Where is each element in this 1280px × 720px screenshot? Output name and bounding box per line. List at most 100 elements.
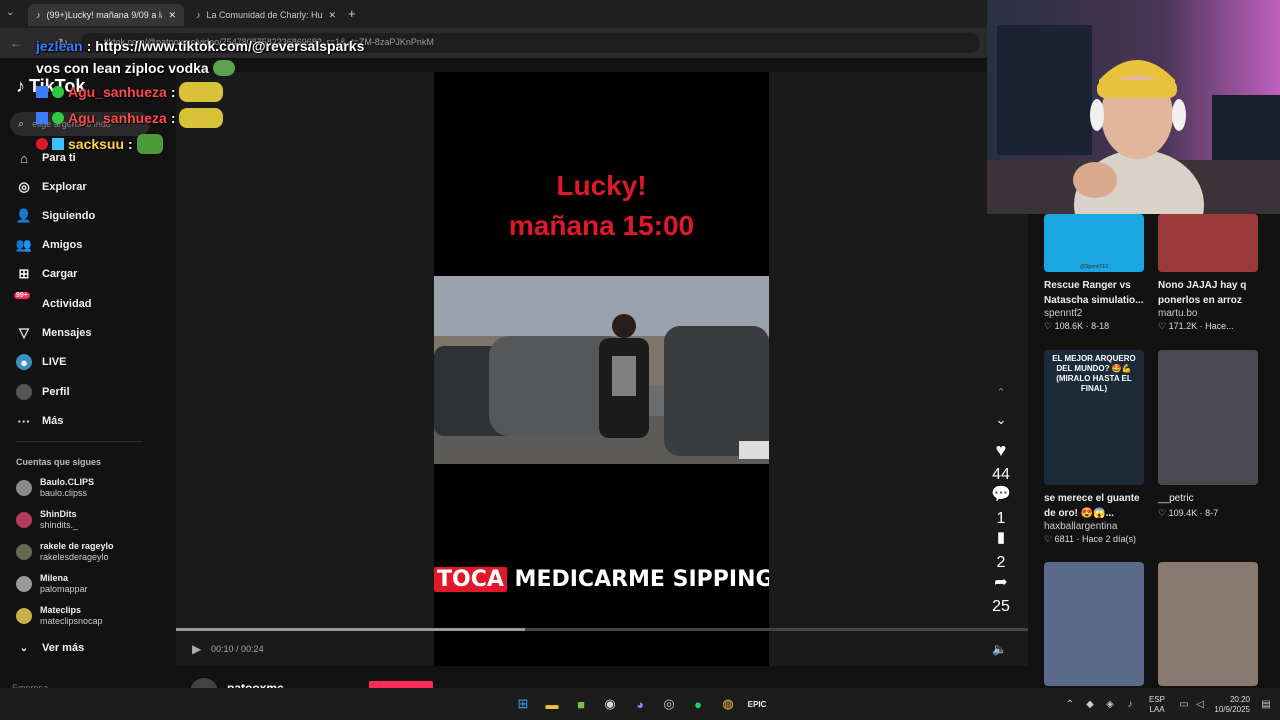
badge-icon <box>36 112 48 124</box>
chrome-icon[interactable]: ◍ <box>718 694 738 714</box>
post-date: 8-7 <box>1205 508 1219 518</box>
heart-outline-icon: ♡ <box>1158 321 1167 331</box>
post-date: 8-18 <box>1091 321 1110 331</box>
avatar <box>16 544 32 560</box>
nav-more[interactable]: ··· Más <box>16 413 64 429</box>
chat-user: sacksuu <box>68 136 125 152</box>
recommendation-card[interactable]: @SpennTF2 Rescue Ranger vs Natascha simu… <box>1044 214 1154 332</box>
account-name: Mateclips <box>40 605 82 615</box>
like-count: 171.2K <box>1168 321 1198 331</box>
following-account[interactable]: Milena palomappar <box>16 573 88 595</box>
heart-icon: ♥ <box>995 440 1007 460</box>
avatar <box>16 480 32 496</box>
recommendation-thumbnail: @SpennTF2 <box>1044 214 1144 272</box>
following-account[interactable]: Baulo.CLIPS baulo.clipss <box>16 477 94 499</box>
bookmark-icon: ▮ <box>996 529 1006 546</box>
verified-icon <box>52 86 64 98</box>
recommendation-thumbnail: EL MEJOR ARQUERO DEL MUNDO? 🤩💪 (MIRALO H… <box>1044 350 1144 485</box>
following-account[interactable]: Mateclips mateclipsnocap <box>16 605 103 627</box>
heart-outline-icon: ♡ <box>1044 321 1053 331</box>
emote-icon <box>179 108 224 128</box>
volume-icon[interactable]: 🔈 <box>992 642 1007 656</box>
badge-icon <box>36 86 48 98</box>
back-icon[interactable]: ← <box>10 36 22 50</box>
emote-icon <box>179 82 224 102</box>
save-button[interactable]: ▮ <box>986 528 1016 546</box>
tray-chevron-icon[interactable]: ⌃ <box>1060 694 1080 714</box>
parking-lot-scene <box>434 276 769 464</box>
account-handle: rakelesderageylo <box>40 552 109 562</box>
like-button[interactable]: ♥ <box>986 440 1016 461</box>
recommendation-card[interactable] <box>1044 562 1144 686</box>
comment-button[interactable]: 💬 <box>986 484 1016 504</box>
minecraft-icon[interactable]: ■ <box>571 694 591 714</box>
like-count: 6811 <box>1054 534 1074 544</box>
verified-icon <box>52 112 64 124</box>
recommendation-card[interactable]: __petric ♡ 109.4K · 8-7 <box>1158 350 1268 519</box>
new-tab-icon[interactable]: + <box>348 6 356 21</box>
profile-icon <box>16 384 32 400</box>
account-handle: mateclipsnocap <box>40 616 103 626</box>
tab-active[interactable]: ♪ (99+)Lucky! mañana 9/09 a las ✕ <box>28 4 184 26</box>
nav-friends[interactable]: 👥 Amigos <box>16 237 82 253</box>
clock[interactable]: 20:20 10/9/2025 <box>1214 695 1250 715</box>
live-icon: ● <box>16 354 32 370</box>
tab-title: (99+)Lucky! mañana 9/09 a las <box>46 10 163 20</box>
recommendation-thumbnail <box>1158 562 1258 686</box>
caption-text: MEDICARME SIPPING CODE <box>514 567 769 592</box>
account-name: ShinDits <box>40 509 77 519</box>
nav-live[interactable]: ● LIVE <box>16 354 66 370</box>
obs-icon[interactable]: ◎ <box>659 694 679 714</box>
chat-message: jezlean: https://www.tiktok.com/@reversa… <box>36 38 364 54</box>
tab-close-icon[interactable]: ✕ <box>168 10 176 21</box>
tab-list-chevron-icon[interactable]: ⌄ <box>6 7 14 18</box>
next-video-icon[interactable]: ⌄ <box>986 412 1016 428</box>
discord-icon[interactable]: ◕ <box>630 694 650 714</box>
nav-label: Explorar <box>42 181 87 193</box>
nav-label: Amigos <box>42 239 83 251</box>
recommendation-card[interactable] <box>1158 562 1258 686</box>
microphone-icon[interactable]: ♪ <box>1120 694 1140 714</box>
nav-messages[interactable]: ▽ Mensajes <box>16 325 92 341</box>
following-account[interactable]: ShinDits shindits._ <box>16 509 78 531</box>
epic-games-icon[interactable]: EPIC <box>747 694 767 714</box>
steam-icon[interactable]: ◉ <box>600 694 620 714</box>
share-button[interactable]: ➦ <box>986 572 1016 592</box>
nav-upload[interactable]: ⊞ Cargar <box>16 266 78 282</box>
language-indicator[interactable]: ESP LAA <box>1149 695 1165 715</box>
nav-label: Mensajes <box>42 327 92 339</box>
recommendation-card[interactable]: Nono JAJAJ hay q ponerlos en arroz martu… <box>1158 214 1268 332</box>
see-more-link[interactable]: ⌄ Ver más <box>16 640 84 656</box>
thumbnail-text: EL MEJOR ARQUERO DEL MUNDO? 🤩💪 (MIRALO H… <box>1052 354 1136 393</box>
notification-icon[interactable]: ▤ <box>1256 694 1276 714</box>
home-icon: ⌂ <box>20 150 28 166</box>
nav-activity[interactable]: 99+ Actividad <box>14 292 92 312</box>
chat-text: : <box>128 136 133 152</box>
previous-video-icon[interactable]: ⌃ <box>986 386 1016 399</box>
tray-security-icon[interactable]: ◈ <box>1100 694 1120 714</box>
following-account[interactable]: rakele de rageylo rakelesderageylo <box>16 541 114 563</box>
spotify-icon[interactable]: ● <box>688 694 708 714</box>
recommendation-title: Nono JAJAJ hay q ponerlos en arroz <box>1158 280 1247 306</box>
avatar <box>16 608 32 624</box>
clock-time: 20:20 <box>1229 695 1250 704</box>
volume-tray-icon[interactable]: ◁ <box>1190 694 1210 714</box>
nav-profile[interactable]: Perfil <box>16 384 70 400</box>
account-handle: shindits._ <box>40 520 79 530</box>
chat-message: Agu_sanhueza: <box>36 82 364 102</box>
windows-start-icon[interactable]: ⊞ <box>513 694 533 714</box>
recommendation-card[interactable]: EL MEJOR ARQUERO DEL MUNDO? 🤩💪 (MIRALO H… <box>1044 350 1154 545</box>
tab-title: La Comunidad de Charly: Hum <box>206 10 323 20</box>
chat-text: vos con lean ziploc vodka <box>36 60 209 76</box>
nav-following[interactable]: 👤 Siguiendo <box>16 208 95 224</box>
chat-text: : https://www.tiktok.com/@reversalsparks <box>86 38 365 54</box>
nav-label: Cargar <box>42 268 78 280</box>
messages-icon: ▽ <box>19 325 29 340</box>
tray-app-icon[interactable]: ◆ <box>1080 694 1100 714</box>
play-icon[interactable]: ▶ <box>192 642 201 656</box>
tab-inactive[interactable]: ♪ La Comunidad de Charly: Hum ✕ <box>188 4 344 26</box>
file-explorer-icon[interactable]: ▬ <box>542 694 562 714</box>
friends-icon: 👥 <box>15 237 33 252</box>
nav-explore[interactable]: ◎ Explorar <box>16 179 87 195</box>
tab-close-icon[interactable]: ✕ <box>328 10 336 21</box>
